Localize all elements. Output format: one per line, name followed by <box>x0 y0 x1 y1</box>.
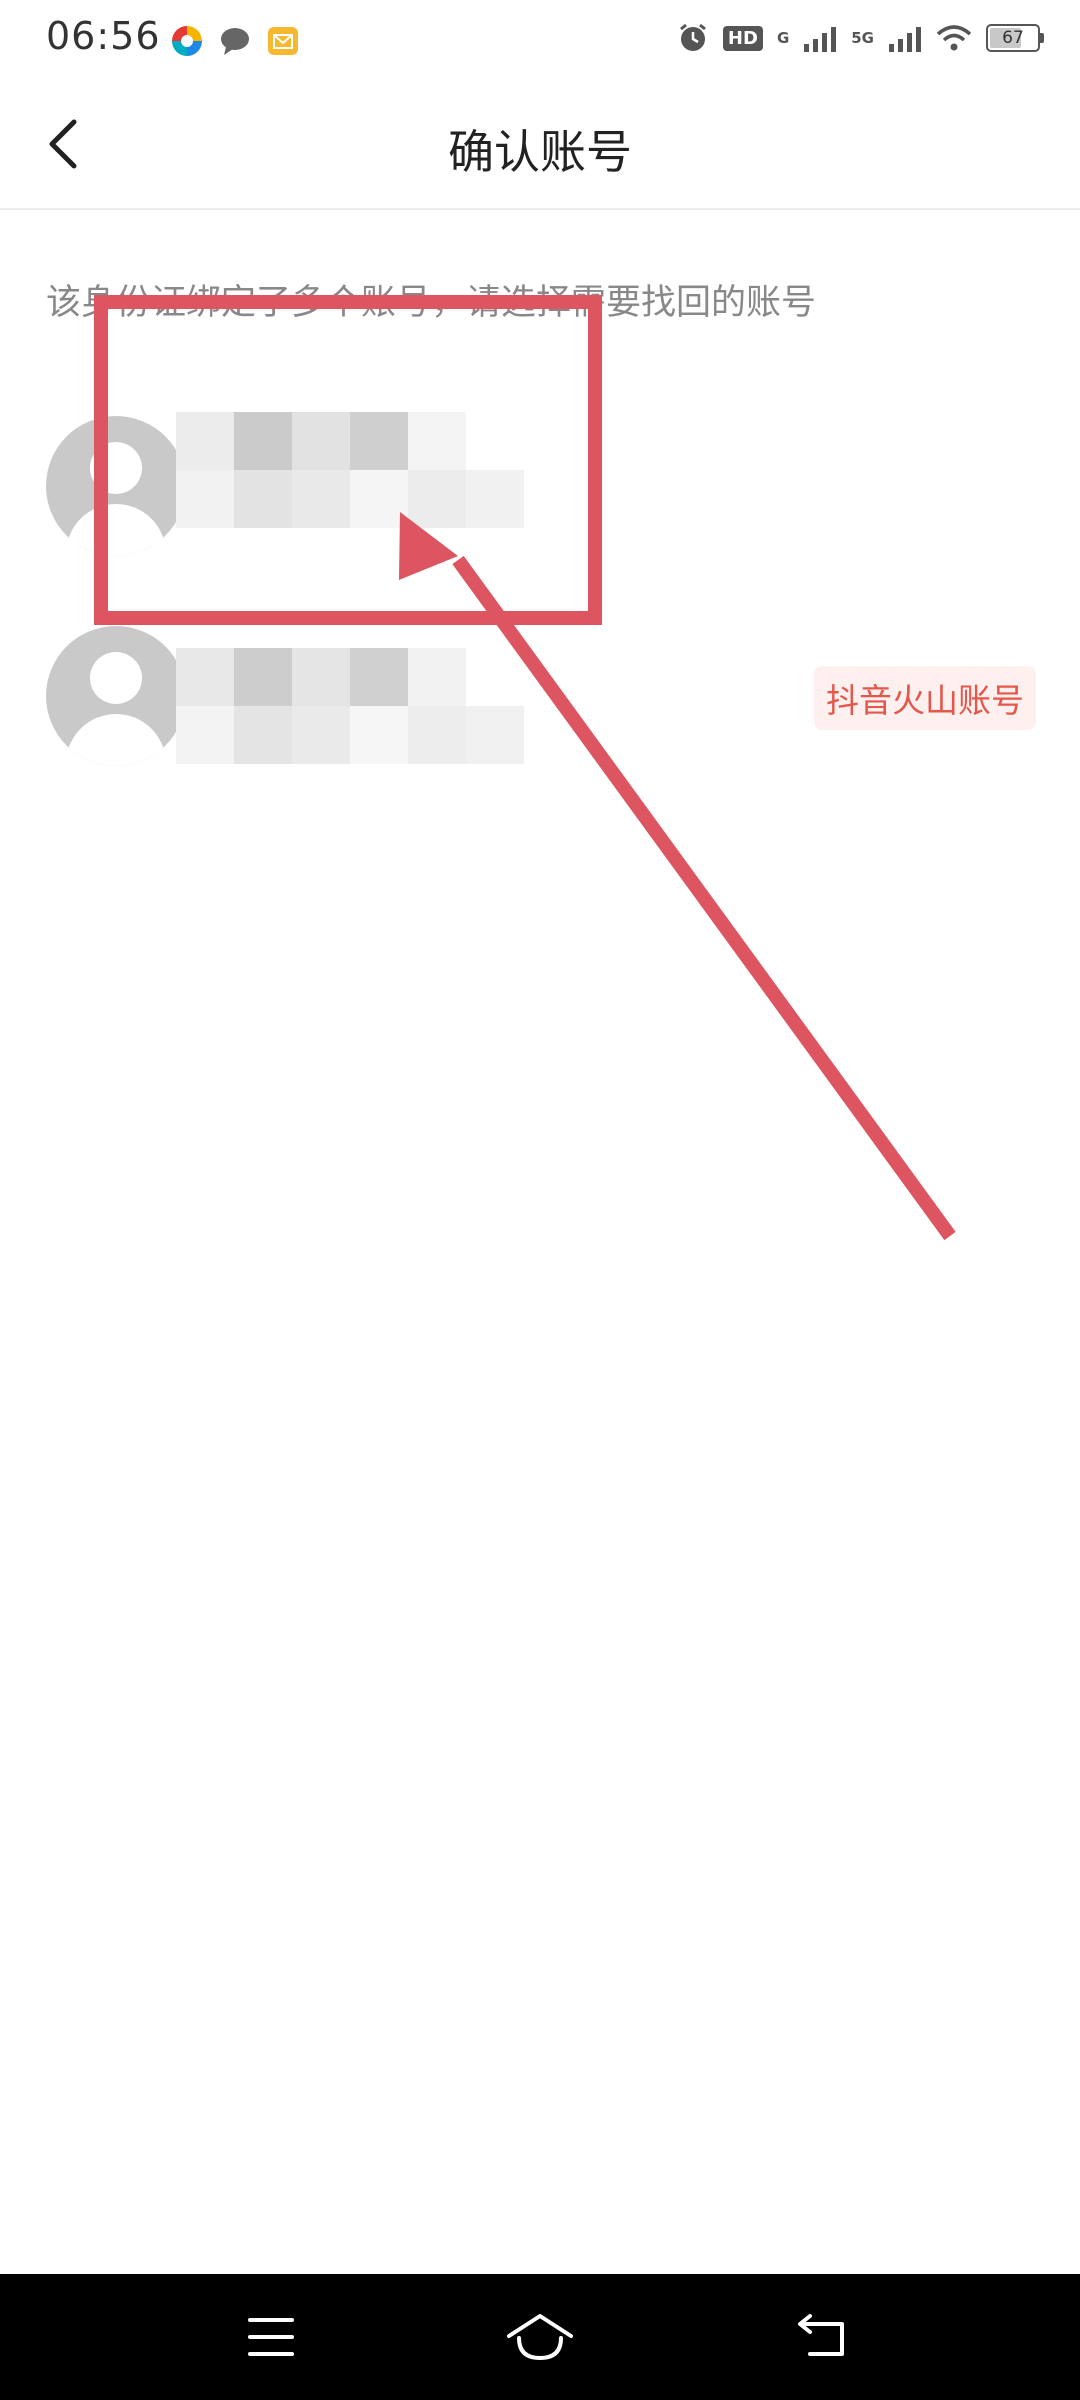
home-icon <box>507 2314 573 2361</box>
status-right: HD G 5G 67 <box>677 22 1044 54</box>
signal-label-g: G <box>776 29 790 47</box>
avatar <box>46 416 186 556</box>
battery-level-text: 67 <box>1002 28 1024 48</box>
page-title: 确认账号 <box>448 125 632 179</box>
annotation-overlay <box>94 295 956 1241</box>
blurred-username <box>176 412 524 528</box>
platform-tag: 抖音火山账号 <box>814 666 1036 730</box>
return-icon <box>798 2314 844 2356</box>
chat-bubble-icon <box>221 28 249 55</box>
avatar-body <box>66 504 166 556</box>
status-app-icons <box>170 24 300 58</box>
home-button[interactable] <box>505 2304 575 2370</box>
back-nav-button[interactable] <box>788 2304 858 2370</box>
system-navigation-bar <box>0 2274 1080 2400</box>
menu-icon <box>248 2318 294 2356</box>
signal-label-5g: 5G <box>851 29 874 47</box>
status-bar: 06:56 HD G 5G 67 <box>0 0 1080 80</box>
avatar-head <box>90 652 142 704</box>
hd-badge: HD <box>722 25 763 51</box>
avatar-head <box>90 442 142 494</box>
avatar-body <box>66 714 166 766</box>
menu-button[interactable] <box>236 2304 306 2370</box>
account-item-2[interactable]: 抖音火山账号 <box>46 626 1036 766</box>
colorful-app-icon <box>172 26 202 56</box>
mail-icon <box>268 27 298 55</box>
wifi-icon <box>936 25 972 51</box>
signal-bars-icon <box>804 27 837 52</box>
header-bar: 确认账号 <box>0 80 1080 210</box>
blurred-username <box>176 648 524 764</box>
avatar <box>46 626 186 766</box>
alarm-icon <box>679 23 706 51</box>
signal-bars-icon-2 <box>889 27 921 52</box>
battery-indicator: 67 <box>986 24 1044 52</box>
status-time: 06:56 <box>46 14 161 58</box>
account-item-1[interactable] <box>46 412 1036 556</box>
instruction-text: 该身份证绑定了多个账号，请选择需要找回的账号 <box>46 283 817 323</box>
